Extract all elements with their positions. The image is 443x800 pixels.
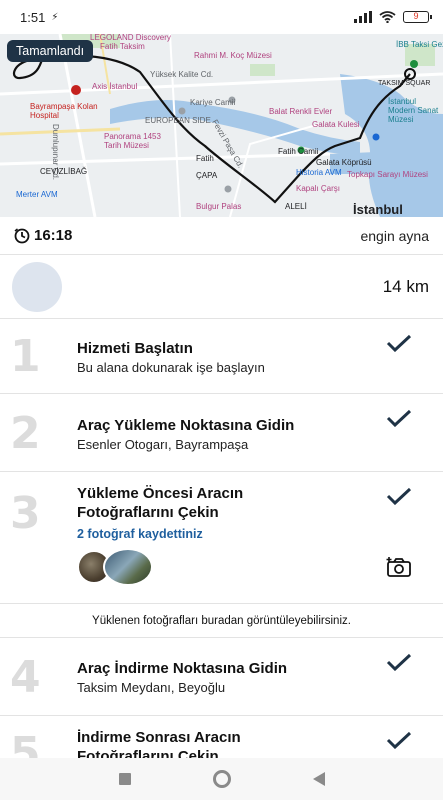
map-label: Historia AVM — [296, 168, 342, 177]
map-label: ÇAPA — [196, 171, 218, 180]
route-map[interactable]: Tamamlandı LEGOLAND Discovery Fatih Taks… — [0, 34, 443, 217]
map-label: Topkapı Sarayı Müzesi — [347, 170, 428, 179]
check-icon — [386, 487, 412, 505]
map-label: Yüksek Kalite Cd. — [150, 70, 214, 79]
check-icon — [386, 653, 412, 671]
map-label: Fatih Camii — [278, 147, 319, 156]
driver-name: engin ayna — [360, 227, 429, 244]
check-icon — [386, 409, 412, 427]
step-title: Araç İndirme Noktasına Gidin — [77, 660, 288, 677]
trip-duration: 16:18 — [34, 227, 73, 244]
back-button[interactable] — [312, 772, 325, 786]
home-button[interactable] — [212, 770, 231, 788]
photo-thumbnail[interactable] — [103, 548, 153, 586]
map-label: TAKSIM SQUAR — [378, 80, 431, 87]
step-2[interactable]: 2 Araç Yükleme Noktasına Gidin Esenler O… — [0, 394, 443, 472]
map-label: Merter AVM — [16, 190, 58, 199]
photo-view-note[interactable]: Yüklenen fotoğrafları buradan görüntüley… — [0, 604, 443, 638]
map-label: Galata Kulesi — [312, 120, 360, 129]
step-number: 3 — [10, 488, 41, 539]
step-subtitle: Esenler Otogarı, Bayrampaşa — [77, 437, 249, 452]
signal-icon — [354, 11, 372, 23]
battery-icon: 9 — [403, 11, 432, 23]
recents-button[interactable] — [118, 773, 131, 785]
step-number: 5 — [10, 728, 41, 758]
step-3[interactable]: 3 Yükleme Öncesi Aracın Fotoğraflarını Ç… — [0, 472, 443, 604]
step-number: 4 — [10, 652, 41, 703]
trip-info-bar: 16:18 engin ayna — [0, 217, 443, 255]
map-label: LEGOLAND Discovery — [90, 34, 171, 42]
trip-distance: 14 km — [382, 277, 429, 296]
map-label: Bulgur Palas — [196, 202, 242, 211]
map-label: Rahmi M. Koç Müzesi — [194, 51, 272, 60]
step-title: Yükleme Öncesi Aracın Fotoğraflarını Çek… — [77, 485, 244, 521]
step-title: Araç Yükleme Noktasına Gidin — [77, 417, 295, 434]
step-4[interactable]: 4 Araç İndirme Noktasına Gidin Taksim Me… — [0, 638, 443, 716]
map-label: EUROPEAN SIDE — [145, 116, 211, 125]
status-time: 1:51 — [20, 9, 46, 25]
step-subtitle: Bu alana dokunarak işe başlayın — [77, 360, 265, 375]
completed-badge: Tamamlandı — [7, 40, 94, 62]
wifi-icon — [379, 11, 396, 23]
map-label: Fatih — [196, 154, 214, 163]
map-label: Balat Renkli Evler — [269, 107, 333, 116]
notification-icon: ⚡ — [51, 11, 59, 23]
map-label: Kariye Camii — [190, 98, 236, 107]
status-bar: 1:51 ⚡ 9 — [0, 0, 443, 34]
camera-plus-icon[interactable] — [386, 556, 413, 578]
map-label: Kapalı Çarşı — [296, 184, 341, 193]
map-label: Panorama 1453 Tarih Müzesi — [104, 132, 161, 150]
step-number: 1 — [10, 331, 41, 382]
map-label: Galata Köprüsü — [316, 158, 372, 167]
step-title: İndirme Sonrası Aracın Fotoğraflarını Çe… — [77, 729, 241, 758]
check-icon — [386, 731, 412, 749]
map-label: Bayrampaşa Kolan Hospital — [30, 102, 98, 120]
photo-count[interactable]: 2 fotoğraf kaydettiniz — [77, 527, 203, 541]
step-1[interactable]: 1 Hizmeti Başlatın Bu alana dokunarak iş… — [0, 319, 443, 394]
step-number: 2 — [10, 408, 41, 459]
map-label: CEVİZLİBAĞ — [40, 167, 88, 176]
map-label: ALELİ — [285, 202, 307, 211]
map-label: Fatih Taksim — [100, 42, 145, 51]
step-title: Hizmeti Başlatın — [77, 340, 193, 357]
distance-row: 14 km — [0, 255, 443, 319]
system-nav-bar — [0, 758, 443, 800]
map-label: Axis İstanbul — [92, 82, 138, 91]
step-subtitle: Taksim Meydanı, Beyoğlu — [77, 680, 226, 695]
avatar — [12, 262, 62, 312]
map-city-label: İstanbul — [353, 202, 403, 217]
map-label: İBB Taksi Gezi Park — [396, 40, 443, 49]
step-5[interactable]: 5 İndirme Sonrası Aracın Fotoğraflarını … — [0, 716, 443, 758]
check-icon — [386, 334, 412, 352]
map-label: İstanbul Modern Sanat Müzesi — [388, 97, 439, 124]
clock-icon — [14, 227, 30, 243]
